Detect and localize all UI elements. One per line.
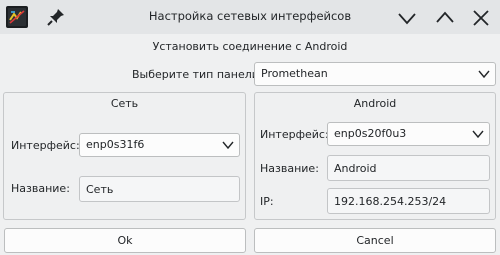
android-ip-value: 192.168.254.253/24	[334, 195, 447, 208]
panel-type-select[interactable]: Promethean	[254, 62, 496, 86]
android-name-label: Название:	[260, 162, 319, 175]
android-name-field[interactable]: Android	[327, 155, 490, 181]
minimize-icon[interactable]	[396, 7, 418, 29]
network-interface-label: Интерфейс:	[11, 139, 80, 152]
network-interface-select[interactable]: enp0s31f6	[79, 133, 240, 157]
network-name-field[interactable]: Сеть	[79, 176, 240, 202]
ok-button[interactable]: Ok	[4, 228, 246, 253]
chevron-down-icon	[478, 69, 490, 82]
pin-icon[interactable]	[46, 7, 66, 27]
close-icon[interactable]	[470, 7, 492, 29]
android-group-title: Android	[353, 97, 397, 110]
panel-type-label: Выберите тип панели:	[132, 68, 263, 81]
android-interface-value: enp0s20f0u3	[334, 127, 407, 140]
android-interface-label: Интерфейс:	[260, 128, 329, 141]
chevron-down-icon	[222, 140, 234, 153]
app-icon[interactable]	[6, 6, 28, 28]
window-title: Настройка сетевых интерфейсов	[148, 9, 352, 23]
network-name-label: Название:	[11, 182, 70, 195]
title-bar: Настройка сетевых интерфейсов	[0, 0, 500, 34]
chevron-down-icon	[472, 129, 484, 142]
android-ip-label: IP:	[260, 195, 274, 208]
android-name-value: Android	[334, 162, 377, 175]
network-group-title: Сеть	[110, 97, 139, 110]
cancel-button[interactable]: Cancel	[254, 228, 496, 253]
network-interface-value: enp0s31f6	[86, 138, 145, 151]
dialog-heading: Установить соединение с Android	[152, 40, 348, 53]
maximize-icon[interactable]	[434, 7, 456, 29]
android-interface-select[interactable]: enp0s20f0u3	[327, 122, 490, 146]
network-name-value: Сеть	[86, 183, 114, 196]
panel-type-value: Promethean	[261, 67, 328, 80]
android-ip-field[interactable]: 192.168.254.253/24	[327, 188, 490, 214]
